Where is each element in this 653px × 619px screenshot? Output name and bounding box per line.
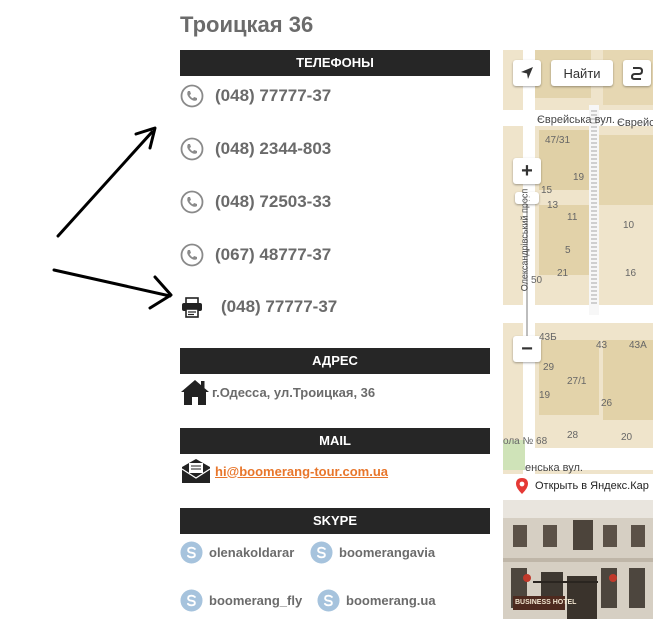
building-number: 21 [557, 268, 569, 279]
building-number: 28 [567, 430, 579, 441]
navigation-arrow-icon [521, 67, 533, 79]
building-number: 43 [596, 340, 608, 351]
building-number: 47/31 [545, 135, 571, 146]
street-label: Єврейська вул. [537, 114, 615, 126]
skype-contact[interactable]: olenakoldarar [180, 540, 294, 564]
street-label: Єврейськ [617, 117, 653, 129]
street-label: енська вул. [525, 462, 583, 474]
building-number: 15 [541, 185, 553, 196]
phone-icon [180, 243, 204, 267]
building-number: 50 [531, 275, 543, 286]
skype-icon [180, 588, 203, 612]
phone-icon [180, 137, 204, 161]
building-number: 26 [601, 398, 613, 409]
building-number: 20 [621, 432, 633, 443]
address-row: г.Одесса, ул.Троицкая, 36 [180, 378, 375, 406]
map-pin-icon [516, 477, 528, 494]
skype-name: boomerang.ua [346, 592, 436, 608]
skype-header: SKYPE [180, 508, 490, 534]
building-number: 19 [573, 172, 585, 183]
map-find-button[interactable]: Найти [551, 60, 613, 86]
skype-contact[interactable]: boomerangavia [310, 540, 435, 564]
building-number: 27/1 [567, 376, 587, 387]
page-title: Троицкая 36 [180, 12, 314, 37]
phone-item[interactable]: (067) 48777-37 [180, 242, 331, 268]
street-label: Олександрівський просп [519, 188, 530, 292]
address-header: АДРЕС [180, 348, 490, 374]
skype-icon [317, 588, 340, 612]
building-number: 19 [539, 390, 551, 401]
building-number: 43А [629, 340, 647, 351]
fax-item[interactable]: (048) 77777-37 [180, 294, 337, 320]
phone-number: (067) 48777-37 [215, 245, 332, 264]
building-number: 43Б [539, 332, 557, 343]
phone-icon [180, 84, 204, 108]
phone-item[interactable]: (048) 77777-37 [180, 83, 331, 109]
skype-name: boomerang_fly [209, 592, 303, 608]
route-button[interactable] [623, 60, 651, 86]
phone-item[interactable]: (048) 72503-33 [180, 189, 331, 215]
mail-row: hi@boomerang-tour.com.ua [180, 458, 388, 484]
school-label: ола № 68 [503, 436, 548, 447]
fax-number: (048) 77777-37 [221, 297, 338, 316]
envelope-icon [181, 459, 211, 483]
skype-contact[interactable]: boomerang_fly [180, 588, 302, 612]
hotel-photo: BUSINESS HOTEL [503, 500, 653, 619]
map-widget[interactable]: Найти + ::: − Єврейська вул. Єврейськ Ол… [503, 50, 653, 497]
hotel-sign: BUSINESS HOTEL [515, 599, 577, 606]
mail-header: MAIL [180, 428, 490, 454]
phone-number: (048) 72503-33 [215, 192, 332, 211]
building-number: 10 [623, 220, 635, 231]
phone-icon [180, 190, 204, 214]
skype-icon [310, 540, 333, 564]
phone-item[interactable]: (048) 2344-803 [180, 136, 331, 162]
zoom-out-button[interactable]: − [513, 336, 541, 362]
open-in-yandex-link[interactable]: Открыть в Яндекс.Кар [503, 474, 653, 497]
home-icon [181, 380, 209, 405]
phone-number: (048) 77777-37 [215, 86, 332, 105]
building-number: 11 [567, 212, 578, 223]
annotation-arrow-right-icon [52, 268, 173, 310]
route-icon [630, 67, 644, 80]
skype-contact[interactable]: boomerang.ua [317, 588, 436, 612]
annotation-arrow-up-icon [56, 126, 157, 238]
locate-button[interactable] [513, 60, 541, 86]
phone-number: (048) 2344-803 [215, 139, 332, 158]
zoom-in-button[interactable]: + [513, 158, 541, 184]
skype-name: boomerangavia [339, 544, 436, 560]
building-number: 16 [625, 268, 637, 279]
building-number: 5 [565, 245, 571, 256]
email-link[interactable]: hi@boomerang-tour.com.ua [215, 464, 388, 479]
skype-icon [180, 540, 203, 564]
open-in-yandex-label: Открыть в Яндекс.Кар [535, 479, 649, 492]
building-number: 13 [547, 200, 559, 211]
skype-name: olenakoldarar [209, 544, 295, 560]
fax-icon [182, 297, 202, 318]
phones-header: ТЕЛЕФОНЫ [180, 50, 490, 76]
building-number: 29 [543, 362, 555, 373]
address-text: г.Одесса, ул.Троицкая, 36 [212, 384, 376, 400]
